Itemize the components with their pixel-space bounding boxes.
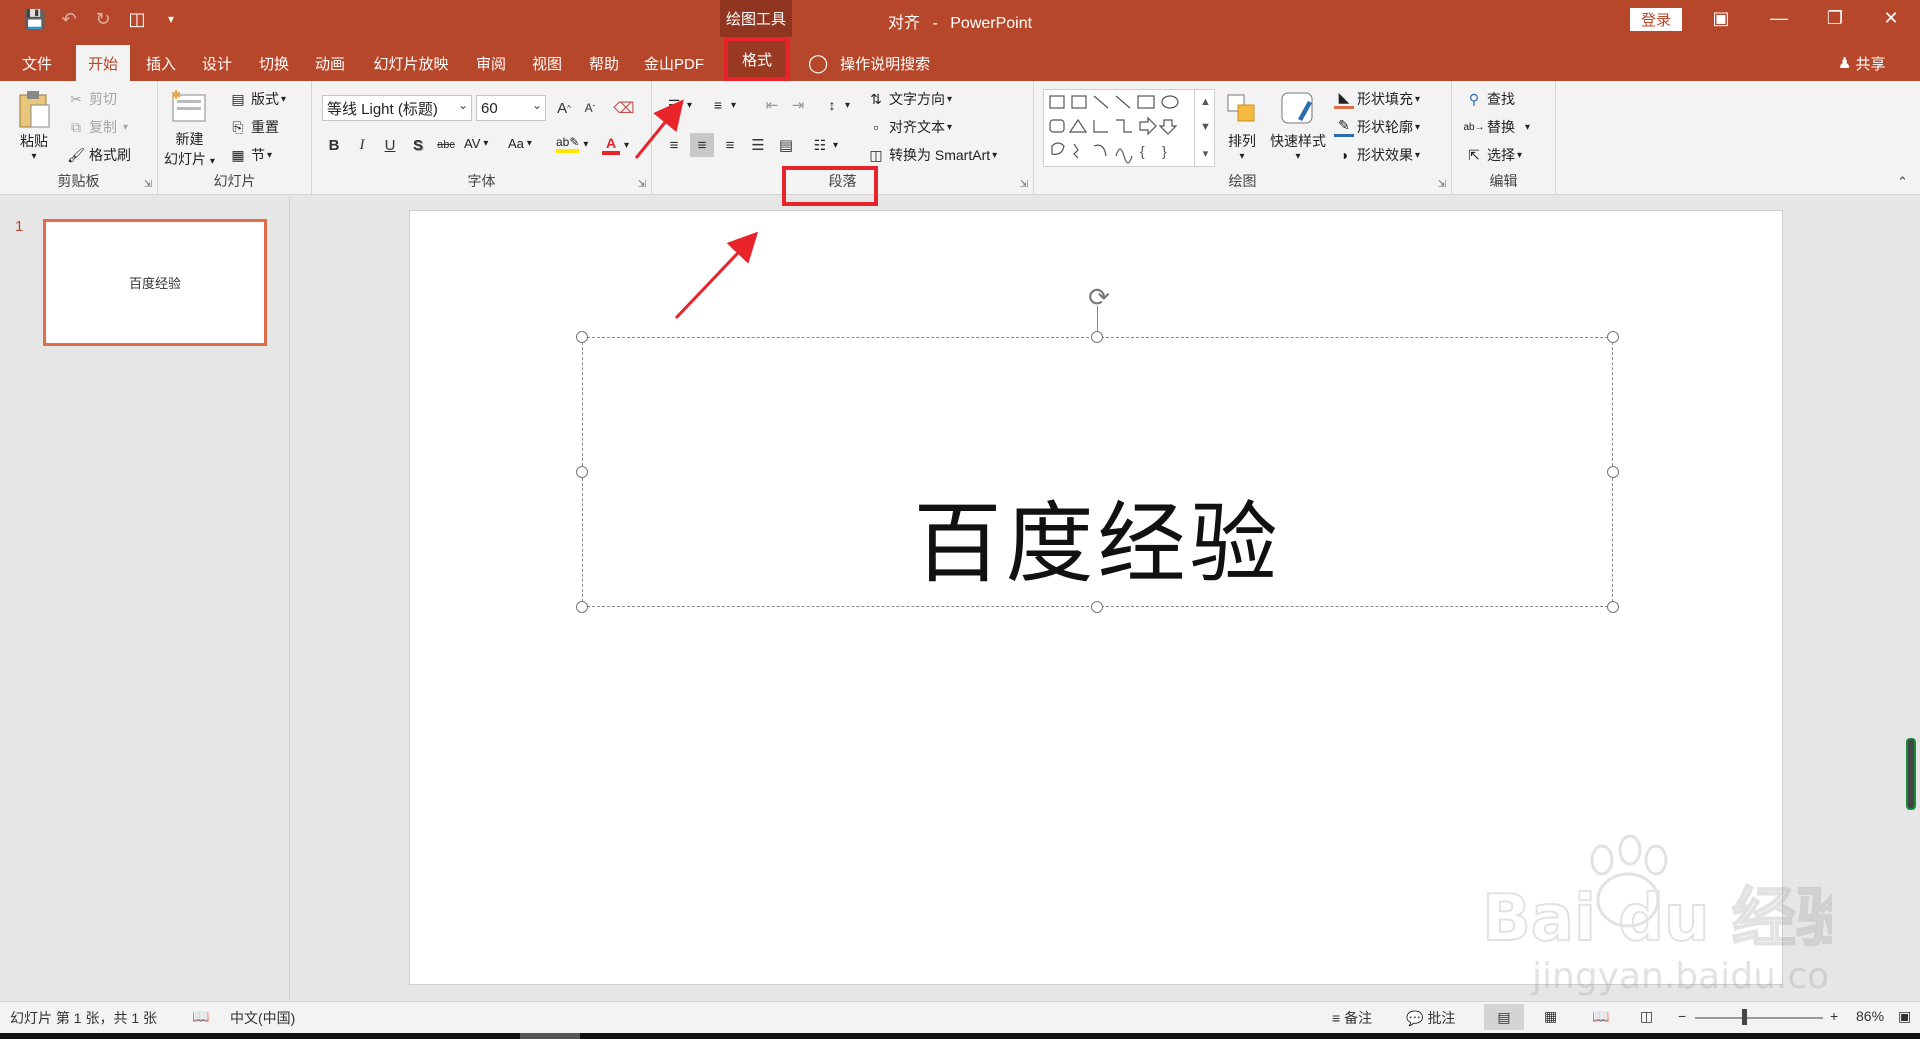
notes-button[interactable]: ≡ 备注 [1332, 1008, 1372, 1028]
notes-label: 备注 [1344, 1010, 1373, 1026]
baidu-jingyan-watermark: Bai du 经验 jingyan.baidu.com [1472, 830, 1864, 1000]
svg-text:jingyan.baidu.com: jingyan.baidu.com [1531, 956, 1832, 997]
spelling-icon[interactable]: 📖 [192, 1008, 209, 1025]
comment-icon: 💬 [1406, 1009, 1424, 1026]
zoom-slider[interactable] [1695, 1017, 1823, 1019]
normal-view-icon[interactable]: ▤ [1484, 1004, 1524, 1030]
taskbar-strip [0, 1033, 1920, 1039]
comments-label: 批注 [1427, 1010, 1456, 1026]
reading-view-icon[interactable]: 📖 [1592, 1008, 1609, 1025]
taskbar-active-item [520, 1033, 580, 1039]
status-bar: 幻灯片 第 1 张，共 1 张 📖 中文(中国) ≡ 备注 💬 批注 ▤ ▦ 📖 ◫… [0, 1001, 1920, 1033]
zoom-level[interactable]: 86% [1856, 1008, 1884, 1024]
slide-info: 幻灯片 第 1 张，共 1 张 [10, 1010, 158, 1026]
watermark-logo: Bai du 经验 jingyan.baidu.com [1481, 834, 1864, 997]
language[interactable]: 中文(中国) [230, 1008, 295, 1028]
slideshow-view-icon[interactable]: ◫ [1640, 1008, 1653, 1025]
zoom-slider-thumb[interactable] [1742, 1009, 1747, 1025]
zoom-out-button[interactable]: − [1678, 1008, 1686, 1024]
comments-button[interactable]: 💬 批注 [1406, 1008, 1455, 1028]
annotation-arrow-slide [674, 231, 759, 320]
fit-to-window-icon[interactable]: ▣ [1898, 1008, 1911, 1025]
notes-icon: ≡ [1332, 1010, 1341, 1026]
annotation-arrow-ribbon [634, 99, 684, 159]
zoom-in-button[interactable]: + [1830, 1008, 1838, 1024]
slide-sorter-icon[interactable]: ▦ [1544, 1008, 1557, 1025]
svg-text:Bai du 经验: Bai du 经验 [1482, 882, 1832, 956]
